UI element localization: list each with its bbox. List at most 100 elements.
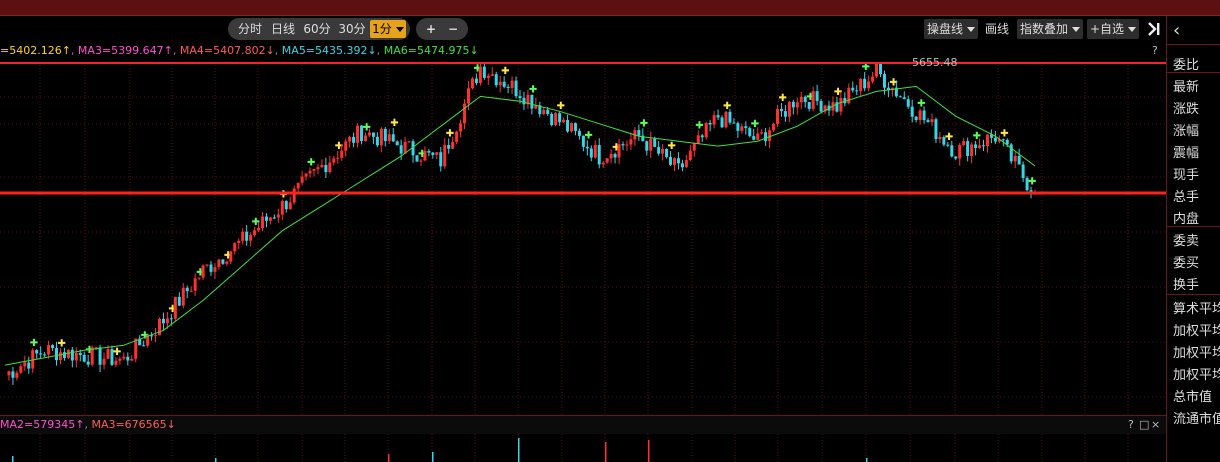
candle-body — [764, 132, 768, 142]
candle-body — [708, 122, 712, 125]
legend-ma3: MA3=5399.647↑ — [77, 44, 173, 57]
candle-body — [185, 287, 189, 292]
candle-body — [35, 350, 39, 354]
candle-body — [558, 113, 562, 123]
panel-divider — [1167, 44, 1220, 45]
candle-body — [676, 158, 680, 164]
candle-body — [245, 231, 249, 241]
volume-help-icon[interactable]: ? — [1128, 418, 1134, 431]
candle-body — [114, 360, 118, 365]
candle-body — [431, 152, 435, 155]
candle-body — [502, 81, 506, 87]
period-30min-button[interactable]: 30分 — [336, 20, 368, 38]
candle-body — [264, 216, 268, 221]
candle-body — [970, 144, 974, 157]
candle-body — [419, 160, 423, 162]
candle-body — [867, 81, 871, 89]
candle-body — [209, 264, 213, 272]
candle-body — [601, 162, 605, 165]
candle-body — [447, 145, 451, 149]
candle-body — [494, 74, 498, 86]
volume-maximize-icon[interactable]: □ — [1139, 418, 1149, 431]
candle-body — [542, 109, 546, 115]
volume-close-icon[interactable]: × — [1151, 418, 1160, 431]
candle-body — [177, 296, 181, 306]
candle-body — [173, 296, 177, 319]
row-weighted-avg: 加权平均 — [1173, 324, 1220, 339]
volume-bar — [215, 458, 217, 462]
zoom-out-button[interactable]: − — [444, 20, 462, 38]
row-change: 涨跌 — [1173, 102, 1200, 117]
collapse-panel-icon[interactable]: ‹ — [1173, 20, 1180, 41]
candle-body — [320, 164, 324, 168]
candle-body — [926, 120, 930, 123]
candle-body — [367, 132, 371, 136]
candle-body — [744, 126, 748, 129]
candle-body — [43, 354, 47, 356]
candle-body — [906, 99, 910, 107]
period-daily-button[interactable]: 日线 — [268, 20, 298, 38]
candle-body — [673, 158, 676, 165]
candle-body — [950, 145, 954, 157]
trading-line-button[interactable]: 操盘线 — [924, 19, 978, 39]
candle-body — [102, 358, 106, 365]
candle-body — [467, 88, 470, 104]
candle-body — [918, 110, 922, 121]
row-float-mktcap: 流通市值 — [1173, 412, 1220, 427]
candle-body — [922, 110, 926, 121]
candle-body — [962, 141, 966, 146]
help-icon[interactable]: ? — [1152, 44, 1158, 57]
candle-body — [383, 128, 387, 142]
zoom-in-button[interactable]: + — [422, 20, 440, 38]
candle-body — [716, 115, 720, 118]
candle-body — [871, 76, 875, 82]
candle-body — [791, 101, 795, 108]
signal-marker: ✚ — [279, 190, 287, 201]
watchlist-button[interactable]: +自选 — [1087, 19, 1139, 39]
candle-body — [181, 287, 185, 306]
candle-body — [261, 216, 264, 228]
candle-body — [573, 123, 577, 131]
price-chart[interactable]: ✚ ✚✚ ✚✚✚✚✚✚✚✚✚✚ ✚✚✚✚ ✚✚✚✚✚✚✚✚✚✚✚ ✚ ✚✚✚✚✚ ✚ ✚✚ — [0, 62, 1166, 415]
candle-body — [98, 347, 102, 365]
candle-body — [704, 122, 708, 138]
candle-body — [340, 150, 344, 158]
candle-body — [617, 144, 621, 158]
volume-chart[interactable] — [0, 434, 1166, 462]
candle-body — [799, 96, 803, 103]
row-total-hand: 总手 — [1173, 190, 1200, 205]
legend-ma4: MA4=5407.802↓ — [179, 44, 275, 57]
window-top-strip — [0, 0, 1220, 16]
candle-body — [566, 119, 570, 132]
candle-body — [783, 111, 787, 117]
candle-body — [225, 261, 229, 264]
signal-marker: ✚ — [529, 85, 537, 96]
candle-body — [696, 135, 700, 144]
row-weighted-avg-3: 加权平均 — [1173, 368, 1220, 383]
candle-body — [736, 123, 740, 131]
candle-body — [993, 137, 997, 142]
row-turnover: 换手 — [1173, 278, 1200, 293]
candle-body — [276, 214, 280, 218]
candle-body — [229, 251, 233, 262]
candle-body — [625, 144, 629, 146]
candle-body — [356, 125, 360, 143]
signal-marker: ✚ — [501, 66, 509, 77]
expand-right-icon[interactable] — [1147, 20, 1161, 38]
draw-line-button[interactable]: 画线 — [982, 19, 1012, 39]
candle-body — [39, 353, 43, 355]
signal-marker: ✚ — [307, 157, 315, 168]
period-1min-button[interactable]: 1分 — [370, 20, 406, 38]
candle-body — [233, 243, 237, 252]
candle-body — [482, 66, 486, 78]
period-60min-button[interactable]: 60分 — [301, 20, 333, 38]
volume-bar — [388, 454, 390, 462]
index-overlay-button[interactable]: 指数叠加 — [1017, 19, 1083, 39]
period-fenshi-button[interactable]: 分时 — [235, 20, 265, 38]
candle-body — [966, 141, 970, 157]
candle-body — [371, 132, 375, 137]
row-amplitude: 震幅 — [1173, 146, 1200, 161]
candle-body — [455, 131, 459, 142]
candle-body — [439, 152, 443, 167]
legend-ma2: =5402.126↑ — [0, 44, 71, 57]
